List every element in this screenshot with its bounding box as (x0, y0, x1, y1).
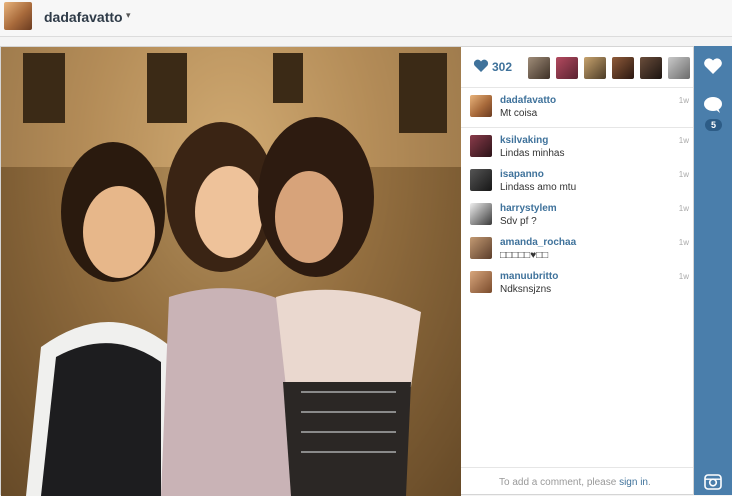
add-comment-text: To add a comment, please sign in. (499, 477, 651, 488)
liker-avatar[interactable] (640, 57, 662, 79)
comment-item: ksilvaking Lindas minhas 1w (461, 135, 693, 165)
user-avatar[interactable] (4, 2, 32, 30)
comment-time: 1w (678, 204, 689, 213)
comment-item: manuubritto Ndksnsjzns 1w (461, 271, 693, 301)
liker-avatar[interactable] (668, 57, 690, 79)
liker-avatar[interactable] (612, 57, 634, 79)
likes-row: 302 (461, 47, 693, 88)
comment-text: Sdv pf ? (500, 216, 537, 227)
caption-time: 1w (678, 96, 689, 105)
comment-time: 1w (678, 272, 689, 281)
comment-bubble-icon[interactable] (703, 96, 723, 114)
top-bar: dadafavatto ▾ (0, 0, 732, 37)
comment-avatar[interactable] (470, 135, 492, 157)
comment-item: isapanno Lindass amo mtu 1w (461, 169, 693, 199)
instagram-camera-icon[interactable] (704, 474, 722, 490)
comment-text: Ndksnsjzns (500, 284, 552, 295)
caption-row: dadafavatto Mt coisa 1w (461, 95, 693, 128)
comment-username[interactable]: manuubritto (500, 271, 558, 282)
liker-avatar[interactable] (584, 57, 606, 79)
comment-avatar[interactable] (470, 169, 492, 191)
comment-count-badge: 5 (705, 119, 722, 131)
comment-username[interactable]: isapanno (500, 169, 544, 180)
caption-username[interactable]: dadafavatto (500, 95, 556, 106)
add-comment-prefix: To add a comment, please (499, 477, 620, 488)
comment-text: □□□□□♥□□ (500, 250, 549, 261)
comment-username[interactable]: amanda_rochaa (500, 237, 576, 248)
add-comment-suffix: . (647, 477, 651, 488)
action-rail: 5 (694, 46, 732, 495)
like-heart-icon[interactable] (703, 57, 723, 75)
comments-panel: 302 dadafavatto Mt coisa 1w ksilvaking L… (461, 47, 693, 494)
caption-text: Mt coisa (500, 108, 538, 119)
comment-item: amanda_rochaa □□□□□♥□□ 1w (461, 237, 693, 267)
heart-icon[interactable] (473, 59, 489, 73)
comment-time: 1w (678, 136, 689, 145)
header-username[interactable]: dadafavatto (44, 9, 123, 25)
liker-avatar[interactable] (556, 57, 578, 79)
chevron-down-icon[interactable]: ▾ (126, 10, 131, 21)
comment-time: 1w (678, 238, 689, 247)
caption-avatar[interactable] (470, 95, 492, 117)
likes-count[interactable]: 302 (492, 60, 512, 74)
comment-text: Lindas minhas (500, 148, 565, 159)
sign-in-link[interactable]: sign in (619, 477, 648, 488)
comment-avatar[interactable] (470, 237, 492, 259)
comment-text: Lindass amo mtu (500, 182, 577, 193)
comment-item: harrystylem Sdv pf ? 1w (461, 203, 693, 233)
comment-username[interactable]: ksilvaking (500, 135, 548, 146)
liker-avatar[interactable] (528, 57, 550, 79)
post-card: 302 dadafavatto Mt coisa 1w ksilvaking L… (0, 46, 694, 496)
comment-time: 1w (678, 170, 689, 179)
comment-username[interactable]: harrystylem (500, 203, 557, 214)
comment-avatar[interactable] (470, 271, 492, 293)
comment-avatar[interactable] (470, 203, 492, 225)
photo-illustration (1, 47, 461, 496)
post-photo[interactable] (1, 47, 461, 496)
add-comment-prompt: To add a comment, please sign in. (461, 467, 693, 495)
